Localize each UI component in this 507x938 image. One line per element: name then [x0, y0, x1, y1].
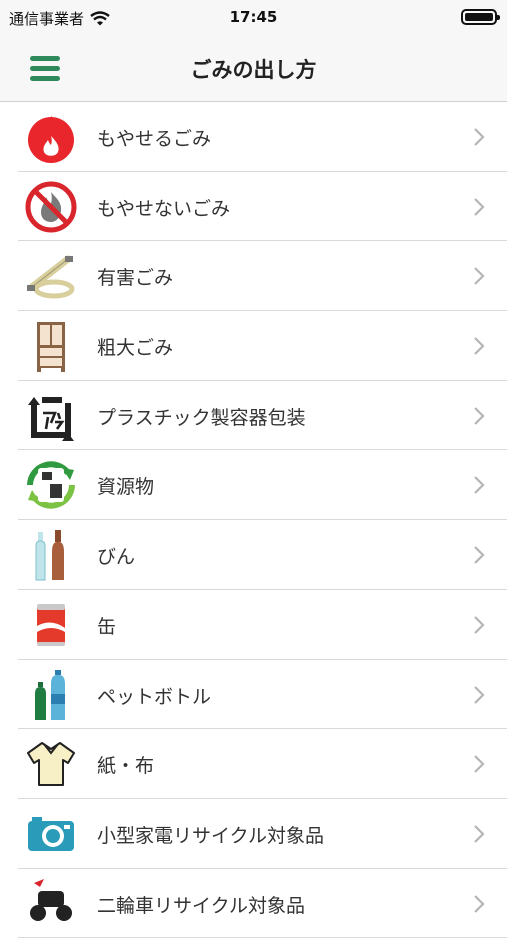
garbage-category-list: もやせるごみ もやせないごみ 有害ごみ 粗大ごみ プラスチック製容器包装 資源物… [0, 102, 507, 938]
shirt-icon [27, 742, 75, 787]
chevron-right-icon [474, 128, 485, 146]
chevron-right-icon [474, 685, 485, 704]
list-item-pet-bottles[interactable]: ペットボトル [18, 660, 507, 730]
chevron-right-icon [474, 476, 485, 495]
list-item-plastic-packaging[interactable]: プラスチック製容器包装 [18, 381, 507, 451]
list-item-label: もやせるごみ [97, 128, 212, 150]
list-item-label: びん [97, 546, 136, 569]
list-item-small-appliances[interactable]: 小型家電リサイクル対象品 [18, 799, 507, 869]
chevron-right-icon [474, 406, 485, 425]
chevron-right-icon [474, 825, 485, 843]
list-item-label: 粗大ごみ [97, 337, 174, 360]
list-item-label: 紙・布 [97, 755, 155, 778]
list-item-label: ペットボトル [97, 685, 212, 708]
list-item-label: プラスチック製容器包装 [97, 406, 306, 429]
list-item-burnable[interactable]: もやせるごみ [18, 102, 507, 172]
navigation-bar: ごみの出し方 [0, 34, 507, 102]
list-item-oversized[interactable]: 粗大ごみ [18, 311, 507, 381]
motorcycle-icon [30, 878, 72, 921]
list-item-cans[interactable]: 缶 [18, 590, 507, 660]
pet-bottle-icon [35, 669, 65, 720]
list-item-hazardous[interactable]: 有害ごみ [18, 241, 507, 312]
flame-icon [28, 116, 74, 163]
list-item-label: 有害ごみ [97, 267, 174, 290]
list-item-label: 資源物 [97, 476, 155, 499]
recycle-resource-icon [27, 461, 75, 510]
list-item-bottles[interactable]: びん [18, 520, 507, 590]
chevron-right-icon [474, 616, 485, 634]
list-item-non-burnable[interactable]: もやせないごみ [18, 172, 507, 242]
list-item-paper-cloth[interactable]: 紙・布 [18, 729, 507, 799]
list-item-label: 二輪車リサイクル対象品 [97, 894, 306, 917]
chevron-right-icon [474, 197, 485, 216]
chevron-right-icon [474, 755, 485, 773]
battery-icon [461, 9, 500, 25]
list-item-label: もやせないごみ [97, 197, 231, 220]
chevron-right-icon [474, 894, 485, 913]
page-title: ごみの出し方 [190, 58, 317, 82]
can-icon [37, 603, 65, 646]
fluorescent-tube-icon [27, 255, 75, 299]
list-item-motorcycle-recycling[interactable]: 二輪車リサイクル対象品 [18, 869, 507, 938]
chevron-right-icon [474, 337, 485, 355]
bottle-icon [35, 530, 64, 581]
list-item-label: 小型家電リサイクル対象品 [97, 824, 325, 847]
chevron-right-icon [474, 546, 485, 564]
status-time: 17:45 [229, 8, 278, 26]
camera-icon [28, 816, 74, 851]
status-bar: 通信事業者 17:45 [0, 0, 507, 34]
list-item-label: 缶 [97, 615, 117, 638]
plastic-mark-icon [28, 396, 74, 441]
cabinet-icon [37, 322, 65, 373]
chevron-right-icon [474, 267, 485, 286]
list-item-resources[interactable]: 資源物 [18, 450, 507, 521]
no-burn-icon [25, 181, 77, 233]
